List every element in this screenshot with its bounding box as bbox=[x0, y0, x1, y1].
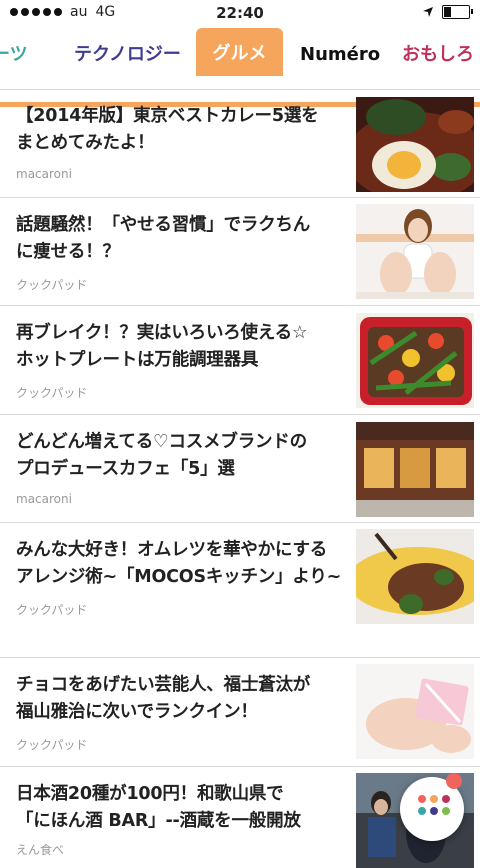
article-source: macaroni bbox=[16, 167, 72, 181]
article-title-line: 話題騒然！「やせる習慣」でラクちん bbox=[16, 215, 311, 235]
cafe-photo[interactable] bbox=[356, 422, 474, 517]
article-row[interactable]: みんな大好き！オムレツを華やかにする アレンジ術~「MOCOSキッチン」より~ … bbox=[0, 523, 480, 658]
gift-photo[interactable] bbox=[356, 664, 474, 759]
article-row[interactable]: どんどん増えてる♡コスメブランドの プロデュースカフェ「5」選 macaroni bbox=[0, 415, 480, 523]
category-tabs: ーツ テクノロジー グルメ Numéro おもしろ bbox=[0, 26, 480, 107]
article-title[interactable]: 話題騒然！「やせる習慣」でラクちん に痩せる！？ bbox=[16, 212, 356, 266]
article-row[interactable]: 話題騒然！「やせる習慣」でラクちん に痩せる！？ クックパッド bbox=[0, 198, 480, 306]
article-title[interactable]: チョコをあげたい芸能人、福士蒼汰が 福山雅治に次いでランクイン！ bbox=[16, 672, 356, 726]
article-list: 【2014年版】東京ベストカレー5選を まとめてみたよ！ macaroni 話題… bbox=[0, 89, 480, 868]
article-source: えん食べ bbox=[16, 843, 65, 857]
article-title[interactable]: どんどん増えてる♡コスメブランドの プロデュースカフェ「5」選 bbox=[16, 429, 356, 483]
article-title-line: ホットプレートは万能調理器具 bbox=[16, 350, 259, 370]
tab-gourmet[interactable]: グルメ bbox=[196, 28, 283, 76]
article-title-line: に痩せる！？ bbox=[16, 242, 120, 262]
article-source: macaroni bbox=[16, 492, 72, 506]
article-title[interactable]: みんな大好き！オムレツを華やかにする アレンジ術~「MOCOSキッチン」より~ bbox=[16, 537, 356, 591]
app-menu-button[interactable] bbox=[400, 773, 464, 841]
article-title-line: みんな大好き！オムレツを華やかにする bbox=[16, 540, 328, 560]
woman-photo[interactable] bbox=[356, 204, 474, 299]
article-row[interactable]: チョコをあげたい芸能人、福士蒼汰が 福山雅治に次いでランクイン！ クックパッド bbox=[0, 658, 480, 767]
article-title-line: チョコをあげたい芸能人、福士蒼汰が bbox=[16, 675, 311, 695]
article-title-line: 【2014年版】東京ベストカレー5選を bbox=[16, 106, 319, 126]
article-source: クックパッド bbox=[16, 386, 88, 400]
article-title-line: どんどん増えてる♡コスメブランドの bbox=[16, 432, 307, 452]
article-title[interactable]: 【2014年版】東京ベストカレー5選を まとめてみたよ！ bbox=[16, 103, 356, 157]
hotplate-photo[interactable] bbox=[356, 313, 474, 408]
article-title-line: アレンジ術~「MOCOSキッチン」より~ bbox=[16, 567, 342, 587]
curry-photo[interactable] bbox=[356, 97, 474, 192]
article-title-line: 日本酒20種が100円！和歌山県で bbox=[16, 784, 284, 804]
tab-numero[interactable]: Numéro bbox=[300, 26, 380, 76]
status-bar: au 4G 22:40 bbox=[0, 0, 480, 26]
location-arrow-icon bbox=[423, 7, 433, 17]
tab-omoshiro[interactable]: おもしろ bbox=[402, 26, 474, 76]
article-title-line: まとめてみたよ！ bbox=[16, 133, 155, 153]
clock: 22:40 bbox=[216, 4, 264, 22]
article-row[interactable]: 再ブレイク！？実はいろいろ使える☆ ホットプレートは万能調理器具 クックパッド bbox=[0, 306, 480, 415]
tab-technology[interactable]: テクノロジー bbox=[74, 26, 181, 76]
article-title-line: 福山雅治に次いでランクイン！ bbox=[16, 702, 258, 722]
apps-grid-icon bbox=[418, 795, 450, 815]
article-source: クックパッド bbox=[16, 278, 88, 292]
notification-badge bbox=[446, 773, 462, 789]
article-title[interactable]: 日本酒20種が100円！和歌山県で 「にほん酒 BAR」--酒蔵を一般開放 bbox=[16, 781, 356, 835]
article-source: クックパッド bbox=[16, 738, 88, 752]
tab-sports[interactable]: ーツ bbox=[0, 26, 28, 76]
article-source: クックパッド bbox=[16, 603, 88, 617]
omelette-photo[interactable] bbox=[356, 529, 474, 624]
article-title[interactable]: 再ブレイク！？実はいろいろ使える☆ ホットプレートは万能調理器具 bbox=[16, 320, 356, 374]
article-title-line: 「にほん酒 BAR」--酒蔵を一般開放 bbox=[16, 811, 301, 831]
battery-icon bbox=[442, 5, 473, 19]
article-row[interactable]: 【2014年版】東京ベストカレー5選を まとめてみたよ！ macaroni bbox=[0, 89, 480, 198]
article-title-line: 再ブレイク！？実はいろいろ使える☆ bbox=[16, 323, 308, 343]
article-title-line: プロデュースカフェ「5」選 bbox=[16, 459, 235, 479]
